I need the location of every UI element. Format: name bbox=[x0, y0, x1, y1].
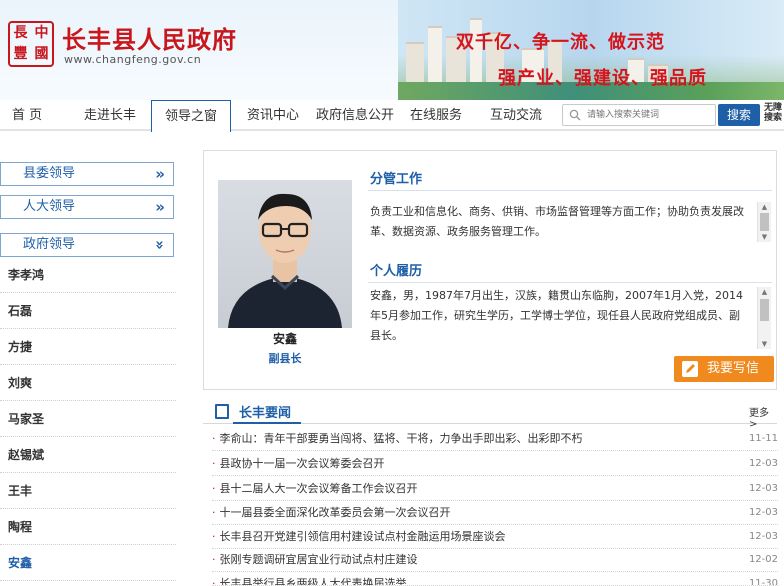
slogan-line-1: 双千亿、争一流、做示范 bbox=[456, 32, 665, 53]
site-url: www.changfeng.gov.cn bbox=[64, 53, 202, 66]
duty-text: 负责工业和信息化、商务、供销、市场监督管理等方面工作；协助负责发展改革、数据资源… bbox=[370, 205, 744, 238]
sidebar-item-leader-active[interactable]: 安鑫 bbox=[0, 545, 176, 581]
site-header: 長中 豐國 长丰县人民政府 www.changfeng.gov.cn 双千亿、争… bbox=[0, 0, 784, 100]
pencil-icon bbox=[682, 361, 698, 377]
sidebar-group-npc[interactable]: 人大领导 » bbox=[0, 195, 174, 219]
news-item-date: 12-03 bbox=[748, 458, 778, 469]
news-item-title[interactable]: 张刚专题调研宜居宜业行动试点村庄建设 bbox=[220, 553, 418, 566]
search-icon bbox=[569, 109, 581, 121]
bullet-icon: · bbox=[212, 457, 216, 470]
scroll-down-arrow-icon[interactable]: ▼ bbox=[758, 232, 771, 242]
news-item-date: 12-02 bbox=[748, 554, 778, 565]
news-item-date: 11-30 bbox=[748, 578, 778, 586]
leader-name: 安鑫 bbox=[272, 332, 297, 346]
scroll-down-arrow-icon[interactable]: ▼ bbox=[758, 339, 771, 349]
sidebar-item-leader[interactable]: 陶程 bbox=[0, 509, 176, 545]
section-divider bbox=[368, 282, 772, 283]
nav-item-info-disclosure[interactable]: 政府信息公开 bbox=[316, 100, 394, 131]
site-title[interactable]: 长丰县人民政府 bbox=[62, 20, 237, 55]
nav-item-online-service[interactable]: 在线服务 bbox=[410, 100, 462, 131]
news-item-date: 12-03 bbox=[748, 531, 778, 542]
sidebar-group-label: 政府领导 bbox=[23, 237, 76, 252]
section-divider bbox=[368, 190, 772, 191]
scroll-thumb[interactable] bbox=[760, 299, 769, 321]
leader-position: 副县长 bbox=[268, 352, 302, 365]
duty-heading: 分管工作 bbox=[370, 172, 423, 187]
search-button[interactable]: 搜索 bbox=[718, 104, 760, 126]
bullet-icon: · bbox=[212, 432, 216, 445]
nav-item-interaction[interactable]: 互动交流 bbox=[490, 100, 542, 131]
news-item[interactable]: · 县政协十一届一次会议筹委会召开 12-03 bbox=[212, 451, 778, 476]
news-item[interactable]: · 长丰县召开党建引领信用村建设试点村金融运用场景座谈会 12-03 bbox=[212, 524, 778, 549]
scroll-up-arrow-icon[interactable]: ▲ bbox=[758, 202, 771, 212]
scroll-up-arrow-icon[interactable]: ▲ bbox=[758, 287, 771, 297]
news-item-title[interactable]: 长丰县举行县乡两级人大代表换届选举 bbox=[220, 577, 407, 585]
sidebar-group-label: 人大领导 bbox=[23, 199, 76, 214]
news-item-date: 11-11 bbox=[748, 433, 778, 444]
double-chevron-right-icon: » bbox=[155, 198, 165, 216]
news-item[interactable]: · 李俞山：青年干部要勇当闯将、猛将、干将，力争出手即出彩、出彩即不朽 11-11 bbox=[212, 426, 778, 451]
news-item[interactable]: · 十一届县委全面深化改革委员会第一次会议召开 12-03 bbox=[212, 500, 778, 525]
nav-item-home[interactable]: 首 页 bbox=[12, 100, 42, 131]
news-item[interactable]: · 长丰县举行县乡两级人大代表换届选举 11-30 bbox=[212, 571, 778, 586]
slogan-line-2: 强产业、强建设、强品质 bbox=[498, 68, 707, 89]
bullet-icon: · bbox=[212, 482, 216, 495]
sidebar-group-government[interactable]: 政府领导 » bbox=[0, 233, 174, 257]
write-letter-label: 我要写信 bbox=[707, 361, 760, 376]
news-header: 长丰要闻 更多> bbox=[203, 400, 777, 430]
duty-scrollbar[interactable]: ▲ ▼ bbox=[757, 202, 771, 242]
accessibility-link[interactable]: 无障 搜索 bbox=[764, 103, 784, 123]
search-input[interactable] bbox=[585, 106, 713, 124]
scroll-thumb[interactable] bbox=[760, 213, 769, 231]
search-box[interactable] bbox=[562, 104, 716, 126]
news-item-title[interactable]: 长丰县召开党建引领信用村建设试点村金融运用场景座谈会 bbox=[220, 530, 506, 543]
news-item[interactable]: · 县十二届人大一次会议筹备工作会议召开 12-03 bbox=[212, 476, 778, 501]
write-letter-button[interactable]: 我要写信 bbox=[674, 356, 774, 382]
news-item[interactable]: · 张刚专题调研宜居宜业行动试点村庄建设 12-02 bbox=[212, 547, 778, 572]
bullet-icon: · bbox=[212, 553, 216, 566]
news-item-date: 12-03 bbox=[748, 507, 778, 518]
double-chevron-down-icon: » bbox=[151, 240, 170, 250]
bullet-icon: · bbox=[212, 577, 216, 586]
newspaper-icon bbox=[215, 404, 229, 419]
bullet-icon: · bbox=[212, 530, 216, 543]
sidebar-group-label: 县委领导 bbox=[23, 166, 76, 181]
government-seal-logo[interactable]: 長中 豐國 bbox=[8, 21, 54, 67]
sidebar-item-leader[interactable]: 马家圣 bbox=[0, 401, 176, 437]
news-item-title[interactable]: 李俞山：青年干部要勇当闯将、猛将、干将，力争出手即出彩、出彩即不朽 bbox=[220, 432, 583, 445]
sidebar-item-leader[interactable]: 赵锡斌 bbox=[0, 437, 176, 473]
double-chevron-right-icon: » bbox=[155, 165, 165, 183]
portrait-illustration bbox=[228, 193, 342, 328]
sidebar-item-leader[interactable]: 李孝鸿 bbox=[0, 257, 176, 293]
bullet-icon: · bbox=[212, 506, 216, 519]
sidebar-item-leader[interactable]: 王丰 bbox=[0, 473, 176, 509]
news-heading: 长丰要闻 bbox=[239, 406, 292, 421]
nav-item-leaders[interactable]: 领导之窗 bbox=[151, 100, 231, 132]
sidebar-group-county-committee[interactable]: 县委领导 » bbox=[0, 162, 174, 186]
leader-photo bbox=[218, 180, 352, 328]
sidebar-item-leader[interactable]: 方捷 bbox=[0, 329, 176, 365]
sidebar-item-leader[interactable]: 刘爽 bbox=[0, 365, 176, 401]
resume-text: 安鑫，男，1987年7月出生，汉族，籍贯山东临朐，2007年1月入党，2014年… bbox=[370, 289, 743, 342]
resume-scrollbar[interactable]: ▲ ▼ bbox=[757, 287, 771, 349]
news-item-title[interactable]: 县十二届人大一次会议筹备工作会议召开 bbox=[220, 482, 418, 495]
news-item-date: 12-03 bbox=[748, 483, 778, 494]
news-item-title[interactable]: 县政协十一届一次会议筹委会召开 bbox=[220, 457, 385, 470]
leader-sidebar: 县委领导 » 人大领导 » 政府领导 » 李孝鸿 石磊 方捷 刘爽 马家圣 赵锡… bbox=[0, 149, 182, 586]
nav-item-about[interactable]: 走进长丰 bbox=[84, 100, 136, 131]
resume-heading: 个人履历 bbox=[370, 264, 423, 279]
nav-item-news[interactable]: 资讯中心 bbox=[247, 100, 299, 131]
news-heading-underline bbox=[233, 422, 301, 424]
news-item-title[interactable]: 十一届县委全面深化改革委员会第一次会议召开 bbox=[220, 506, 451, 519]
sidebar-item-leader[interactable]: 石磊 bbox=[0, 293, 176, 329]
